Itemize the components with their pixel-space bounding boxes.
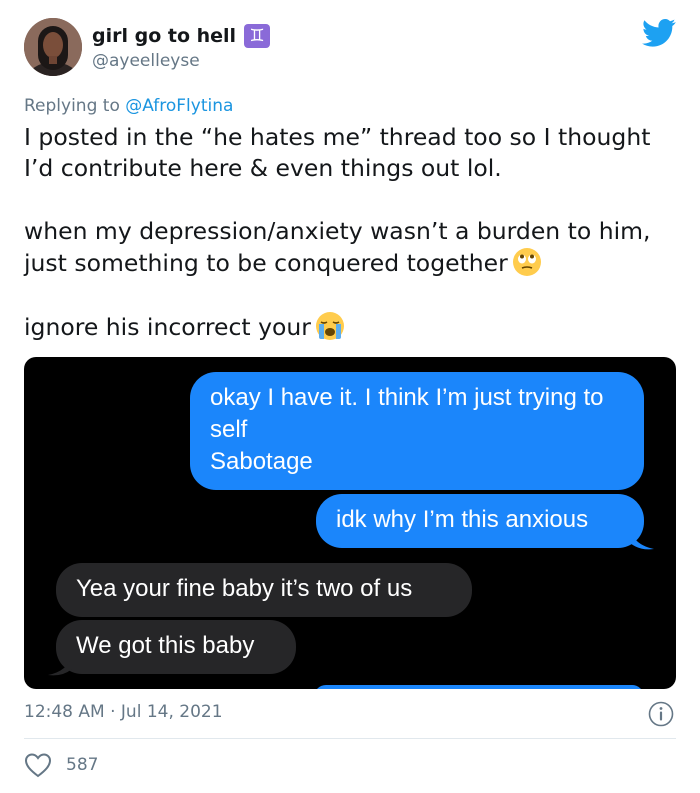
message-text: okay I have it. I think I’m just trying … <box>210 384 604 475</box>
received-message-bubble: We got this baby <box>56 620 296 674</box>
gemini-icon: ♊ <box>244 24 271 48</box>
crying-emoji <box>315 312 344 340</box>
tweet-paragraph: ignore his incorrect your <box>24 311 674 343</box>
sent-message-bubble: idk why I’m this anxious <box>316 494 644 548</box>
tweet-text: I posted in the “he hates me” thread too… <box>24 122 674 343</box>
user-handle[interactable]: @ayeelleyse <box>92 51 200 71</box>
tweet-paragraph: I posted in the “he hates me” thread too… <box>24 123 651 182</box>
message-text: idk why I’m this anxious <box>336 506 589 533</box>
replying-to-prefix: Replying to <box>24 96 120 116</box>
message-text: Yea your fine baby it’s two of us <box>76 575 413 602</box>
message-text: We got this baby <box>76 632 255 659</box>
bubble-tail <box>48 655 72 676</box>
info-icon[interactable] <box>648 701 674 727</box>
received-message-bubble: Yea your fine baby it’s two of us <box>56 563 472 617</box>
twitter-bird-icon[interactable] <box>642 18 676 48</box>
reply-mention-link[interactable]: @AfroFlytina <box>125 96 233 116</box>
sent-message-bubble: okay I have it. I think I’m just trying … <box>190 372 644 490</box>
bubble-tail <box>630 529 654 550</box>
display-name[interactable]: girl go to hell ♊ <box>92 24 271 48</box>
heart-icon <box>24 753 52 778</box>
attached-image[interactable]: okay I have it. I think I’m just trying … <box>24 357 676 689</box>
like-button[interactable]: 587 <box>24 752 98 778</box>
tweet-timestamp[interactable]: 12:48 AM · Jul 14, 2021 <box>24 702 223 722</box>
tweet-paragraph: when my depression/anxiety wasn’t a burd… <box>24 217 651 277</box>
rolling-eyes-emoji <box>512 248 541 276</box>
replying-to: Replying to @AfroFlytina <box>24 96 233 116</box>
like-count: 587 <box>66 755 99 775</box>
avatar-image <box>24 18 82 76</box>
avatar[interactable] <box>24 18 82 76</box>
partial-message-bubble <box>314 685 644 689</box>
display-name-text: girl go to hell <box>92 25 237 47</box>
divider <box>24 738 676 739</box>
